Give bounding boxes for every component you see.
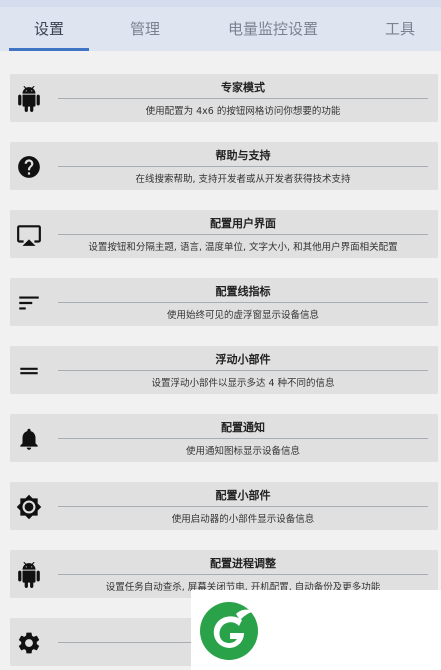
sort-lines-icon [16, 290, 42, 316]
card-title: 配置用户界面 [210, 217, 276, 230]
card-description: 使用始终可见的虚浮窗显示设备信息 [166, 310, 319, 321]
card-divider [58, 574, 428, 575]
setting-card-line-indicator[interactable]: 配置线指标 使用始终可见的虚浮窗显示设备信息 [10, 278, 438, 326]
card-description: 设置浮动小部件以显示多达 4 种不同的信息 [151, 378, 335, 389]
android-icon [16, 562, 42, 588]
card-divider [58, 506, 428, 507]
cast-icon [16, 222, 42, 248]
equals-icon [16, 358, 42, 384]
setting-card-notification[interactable]: 配置通知 使用通知图标显示设备信息 [10, 414, 438, 462]
setting-card-expert-mode[interactable]: 专家模式 使用配置为 4x6 的按钮网格访问你想要的功能 [10, 74, 438, 122]
bell-icon [16, 426, 42, 452]
card-description: 使用通知图标显示设备信息 [185, 446, 300, 457]
card-title: 配置小部件 [215, 489, 271, 502]
card-description: 使用启动器的小部件显示设备信息 [171, 514, 315, 525]
tab-battery-monitor[interactable]: 电量监控设置 [205, 7, 341, 51]
card-divider [58, 234, 428, 235]
android-icon [16, 86, 42, 112]
card-description: 使用配置为 4x6 的按钮网格访问你想要的功能 [145, 106, 341, 117]
tab-bar: 设置 管理 电量监控设置 工具 [0, 7, 441, 51]
card-title: 配置通知 [221, 421, 265, 434]
setting-card-configure-ui[interactable]: 配置用户界面 设置按钮和分隔主题, 语言, 温度单位, 文字大小, 和其他用户界… [10, 210, 438, 258]
help-icon [16, 154, 42, 180]
card-title: 专家模式 [221, 81, 265, 94]
card-divider [58, 98, 428, 99]
brightness-icon [16, 494, 42, 520]
card-description: 设置按钮和分隔主题, 语言, 温度单位, 文字大小, 和其他用户界面相关配置 [88, 242, 398, 253]
card-title: 配置线指标 [215, 285, 271, 298]
card-description: 在线搜索帮助, 支持开发者或从开发者获得技术支持 [135, 174, 351, 185]
card-title: 帮助与支持 [215, 149, 271, 162]
setting-card-help-support[interactable]: 帮助与支持 在线搜索帮助, 支持开发者或从开发者获得技术支持 [10, 142, 438, 190]
card-divider [58, 438, 428, 439]
leaf-logo-icon [198, 600, 260, 662]
card-title: 浮动小部件 [215, 353, 271, 366]
tab-settings[interactable]: 设置 [9, 7, 89, 51]
setting-card-widget[interactable]: 配置小部件 使用启动器的小部件显示设备信息 [10, 482, 438, 530]
card-divider [58, 370, 428, 371]
card-divider [58, 302, 428, 303]
card-title: 配置进程调整 [210, 557, 276, 570]
card-divider [58, 166, 428, 167]
gear-icon [16, 630, 42, 656]
tab-tools[interactable]: 工具 [360, 7, 440, 51]
tab-manage[interactable]: 管理 [105, 7, 185, 51]
status-strip [0, 0, 441, 7]
active-tab-indicator [9, 48, 89, 51]
logo-overlay [191, 590, 441, 670]
setting-card-floating-widget[interactable]: 浮动小部件 设置浮动小部件以显示多达 4 种不同的信息 [10, 346, 438, 394]
